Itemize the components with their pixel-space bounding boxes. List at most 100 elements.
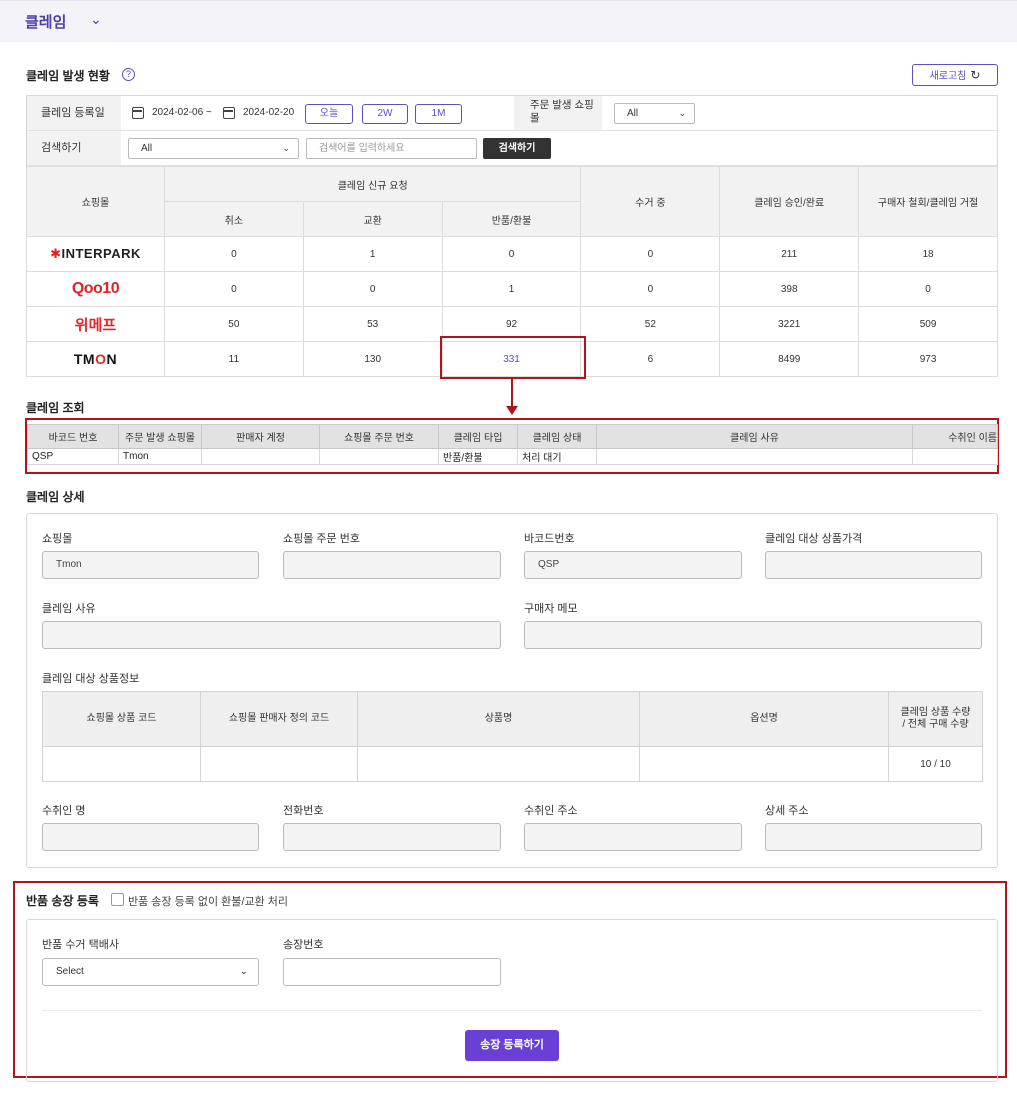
chevron-down-icon: ⌄ [678, 108, 686, 118]
wemakeprice-logo: 위메프 [26, 306, 165, 342]
col-claim-type: 클레임 타입 [438, 424, 518, 449]
chevron-down-icon: ⌄ [282, 143, 290, 153]
cell-order-shop[interactable]: Tmon [118, 448, 202, 465]
col-shop-order-no: 쇼핑몰 주문 번호 [319, 424, 439, 449]
date-filter-label: 클레임 등록일 [27, 96, 121, 130]
price-field[interactable] [765, 551, 982, 579]
calendar-icon[interactable] [223, 107, 235, 119]
table-row: Qoo10 0 0 1 0 398 0 [26, 271, 998, 307]
cell-collecting[interactable]: 0 [580, 236, 721, 272]
cell-shop-order-no[interactable] [319, 448, 439, 465]
col-rejected: 구매자 철회/클레임 거절 [858, 166, 998, 237]
col-claim-status: 클레임 상태 [517, 424, 597, 449]
qoo10-logo: Qoo10 [26, 271, 165, 307]
cell-claim-reason[interactable] [596, 448, 913, 465]
cell-approved[interactable]: 8499 [719, 341, 860, 377]
search-filter-label: 검색하기 [27, 131, 121, 165]
cell-claim-type[interactable]: 반품/환불 [438, 448, 518, 465]
tmon-name-b: O [95, 351, 107, 367]
cell-exchange[interactable]: 130 [302, 341, 443, 377]
cell-option-name [639, 746, 889, 782]
memo-field[interactable] [524, 621, 982, 649]
cell-barcode[interactable]: QSP [27, 448, 119, 465]
highlight-box [440, 336, 586, 379]
shop-select[interactable]: All ⌄ [614, 103, 695, 124]
cell-exchange[interactable]: 1 [302, 236, 443, 272]
product-info-label: 클레임 대상 상품정보 [42, 673, 140, 685]
shop-field[interactable]: Tmon [42, 551, 259, 579]
search-type-select[interactable]: All ⌄ [128, 138, 299, 159]
detail-address-field[interactable] [765, 823, 982, 851]
reason-field[interactable] [42, 621, 501, 649]
question-circle-icon[interactable]: ? [122, 68, 135, 81]
period-today-button[interactable]: 오늘 [305, 104, 353, 124]
col-quantity: 클레임 상품 수량 / 전체 구매 수량 [888, 691, 983, 747]
cell-collecting[interactable]: 52 [580, 306, 721, 342]
cell-return-refund[interactable]: 0 [441, 236, 582, 272]
arrow-down-icon [506, 406, 518, 415]
cell-exchange[interactable]: 0 [302, 271, 443, 307]
cell-claim-status[interactable]: 처리 대기 [517, 448, 597, 465]
register-invoice-button[interactable]: 송장 등록하기 [465, 1030, 559, 1061]
cell-collecting[interactable]: 6 [580, 341, 721, 377]
refresh-label: 새로고침 [929, 71, 967, 82]
col-barcode: 바코드 번호 [27, 424, 119, 449]
barcode-label: 바코드번호 [524, 533, 575, 545]
shop-label: 쇼핑몰 [42, 533, 73, 545]
start-date[interactable]: 2024-02-06 ~ [152, 107, 212, 118]
cell-rejected[interactable]: 509 [858, 306, 998, 342]
phone-field[interactable] [283, 823, 501, 851]
col-approved: 클레임 승인/완료 [719, 166, 860, 237]
shop-select-value: All [627, 108, 639, 119]
search-input[interactable]: 검색어를 입력하세요 [306, 138, 477, 159]
address-field[interactable] [524, 823, 742, 851]
invoice-label: 송장번호 [283, 939, 324, 951]
cell-collecting[interactable]: 0 [580, 271, 721, 307]
courier-select[interactable]: Select ⌄ [42, 958, 259, 986]
interpark-logo: ✱INTERPARK [26, 236, 165, 272]
barcode-field[interactable]: QSP [524, 551, 742, 579]
col-collecting: 수거 중 [580, 166, 721, 237]
cell-seller-account[interactable] [201, 448, 320, 465]
col-return-refund: 반품/환불 [441, 201, 582, 237]
receiver-field[interactable] [42, 823, 259, 851]
skip-invoice-checkbox[interactable] [111, 893, 124, 906]
period-2w-button[interactable]: 2W [362, 104, 408, 124]
col-product-code: 쇼핑몰 상품 코드 [42, 691, 201, 747]
cell-rejected[interactable]: 973 [858, 341, 998, 377]
phone-label: 전화번호 [283, 805, 324, 817]
col-shop: 쇼핑몰 [26, 166, 165, 237]
order-no-field[interactable] [283, 551, 501, 579]
calendar-icon[interactable] [132, 107, 144, 119]
wemakeprice-name: 위메프 [74, 316, 117, 334]
cell-approved[interactable]: 3221 [719, 306, 860, 342]
detail-section-title: 클레임 상세 [26, 490, 85, 504]
cell-cancel[interactable]: 0 [163, 271, 304, 307]
cell-rejected[interactable]: 0 [858, 271, 998, 307]
cell-return-refund[interactable]: 1 [441, 271, 582, 307]
interpark-name: INTERPARK [61, 246, 141, 261]
col-new-requests: 클레임 신규 요청 [163, 166, 582, 202]
cell-cancel[interactable]: 11 [163, 341, 304, 377]
chevron-down-icon[interactable]: ⌄ [90, 11, 102, 28]
return-section-title: 반품 송장 등록 [26, 894, 99, 908]
detail-address-label: 상세 주소 [765, 805, 809, 817]
filter-row-date: 클레임 등록일 2024-02-06 ~ 2024-02-20 오늘 2W 1M… [27, 96, 997, 131]
cell-approved[interactable]: 398 [719, 271, 860, 307]
status-section-title: 클레임 발생 현황 [26, 69, 110, 83]
cell-receiver-name[interactable] [912, 448, 998, 465]
refresh-button[interactable]: 새로고침 ↻ [912, 64, 998, 86]
cell-cancel[interactable]: 50 [163, 306, 304, 342]
cell-exchange[interactable]: 53 [302, 306, 443, 342]
cell-rejected[interactable]: 18 [858, 236, 998, 272]
period-1m-button[interactable]: 1M [415, 104, 462, 124]
courier-label: 반품 수거 택배사 [42, 939, 119, 951]
invoice-input[interactable] [283, 958, 501, 986]
search-button[interactable]: 검색하기 [483, 138, 551, 159]
tmon-logo: TMON [26, 341, 165, 377]
cell-approved[interactable]: 211 [719, 236, 860, 272]
reason-label: 클레임 사유 [42, 603, 96, 615]
table-row[interactable]: QSP Tmon 반품/환불 처리 대기 [27, 448, 998, 465]
cell-cancel[interactable]: 0 [163, 236, 304, 272]
end-date[interactable]: 2024-02-20 [243, 107, 294, 118]
